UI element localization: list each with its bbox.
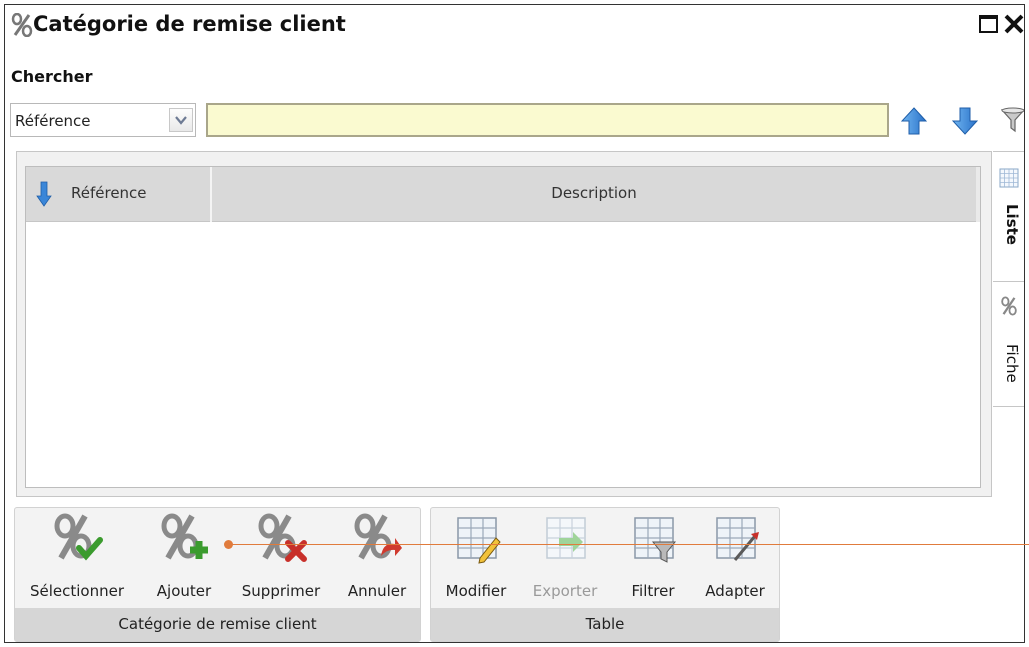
ribbon-group-title-table: Table	[431, 608, 779, 641]
delete-button[interactable]: Supprimer	[231, 512, 331, 604]
select-button[interactable]: Sélectionner	[17, 512, 137, 604]
modify-button-label: Modifier	[445, 582, 507, 600]
percent-undo-icon	[354, 513, 402, 560]
grid-icon	[999, 168, 1019, 188]
grid-header: Référence Description	[26, 167, 980, 222]
column-header-reference[interactable]: Référence	[26, 167, 212, 222]
tab-label-liste: Liste	[1003, 204, 1021, 245]
column-label-description: Description	[551, 184, 637, 202]
adapt-button-label: Adapter	[705, 582, 765, 600]
percent-check-icon	[54, 513, 103, 561]
percent-icon	[1001, 296, 1017, 316]
side-tabs: Liste Fiche	[993, 151, 1024, 497]
dialog-window: Catégorie de remise client Chercher Réfé…	[4, 4, 1025, 643]
arrow-down-icon[interactable]	[952, 107, 978, 135]
ribbon-group-table: Modifier Exporter Filtrer Adapter Table	[430, 507, 780, 642]
tab-label-fiche: Fiche	[1003, 344, 1021, 383]
column-label-reference: Référence	[71, 184, 147, 202]
ribbon-group-categorie: Sélectionner Ajouter Supprimer Annuler C…	[14, 507, 421, 642]
cancel-button-label: Annuler	[347, 582, 407, 600]
annotation-line	[228, 544, 1029, 545]
delete-button-label: Supprimer	[241, 582, 321, 600]
percent-add-icon	[161, 513, 208, 560]
search-field-select[interactable]: Référence	[10, 103, 196, 137]
data-grid[interactable]: Référence Description	[25, 166, 981, 488]
cancel-button[interactable]: Annuler	[335, 512, 419, 604]
table-edit-icon	[457, 517, 501, 564]
percent-icon	[11, 13, 33, 37]
select-button-label: Sélectionner	[29, 582, 125, 600]
filter-table-button[interactable]: Filtrer	[615, 512, 691, 604]
table-export-icon	[546, 517, 586, 559]
chevron-down-icon[interactable]	[169, 108, 193, 132]
tab-fiche[interactable]: Fiche	[993, 281, 1024, 407]
annotation-dot	[224, 540, 233, 549]
maximize-icon[interactable]	[978, 13, 1000, 35]
percent-delete-icon	[258, 513, 307, 562]
column-header-end	[976, 167, 980, 222]
filter-table-button-label: Filtrer	[631, 582, 675, 600]
search-row: Référence	[5, 101, 1024, 141]
table-filter-icon	[634, 517, 677, 563]
close-icon[interactable]	[1003, 13, 1025, 35]
table-adapt-icon	[716, 517, 759, 561]
arrow-up-icon[interactable]	[901, 107, 927, 135]
adapt-button[interactable]: Adapter	[695, 512, 775, 604]
export-button-label: Exporter	[532, 582, 598, 600]
filter-icon[interactable]	[1001, 107, 1025, 133]
column-header-description[interactable]: Description	[214, 167, 974, 222]
list-panel: Référence Description	[16, 151, 992, 497]
search-field-value: Référence	[15, 112, 91, 130]
sort-descending-icon[interactable]	[36, 181, 52, 207]
search-header: Chercher	[11, 67, 93, 86]
add-button[interactable]: Ajouter	[139, 512, 229, 604]
ribbon-group-title: Catégorie de remise client	[15, 608, 420, 641]
export-button[interactable]: Exporter	[521, 512, 609, 604]
search-input[interactable]	[206, 103, 889, 137]
title-bar: Catégorie de remise client	[5, 5, 1024, 45]
add-button-label: Ajouter	[156, 582, 212, 600]
window-title: Catégorie de remise client	[33, 12, 346, 36]
modify-button[interactable]: Modifier	[435, 512, 517, 604]
tab-liste[interactable]: Liste	[993, 151, 1024, 279]
